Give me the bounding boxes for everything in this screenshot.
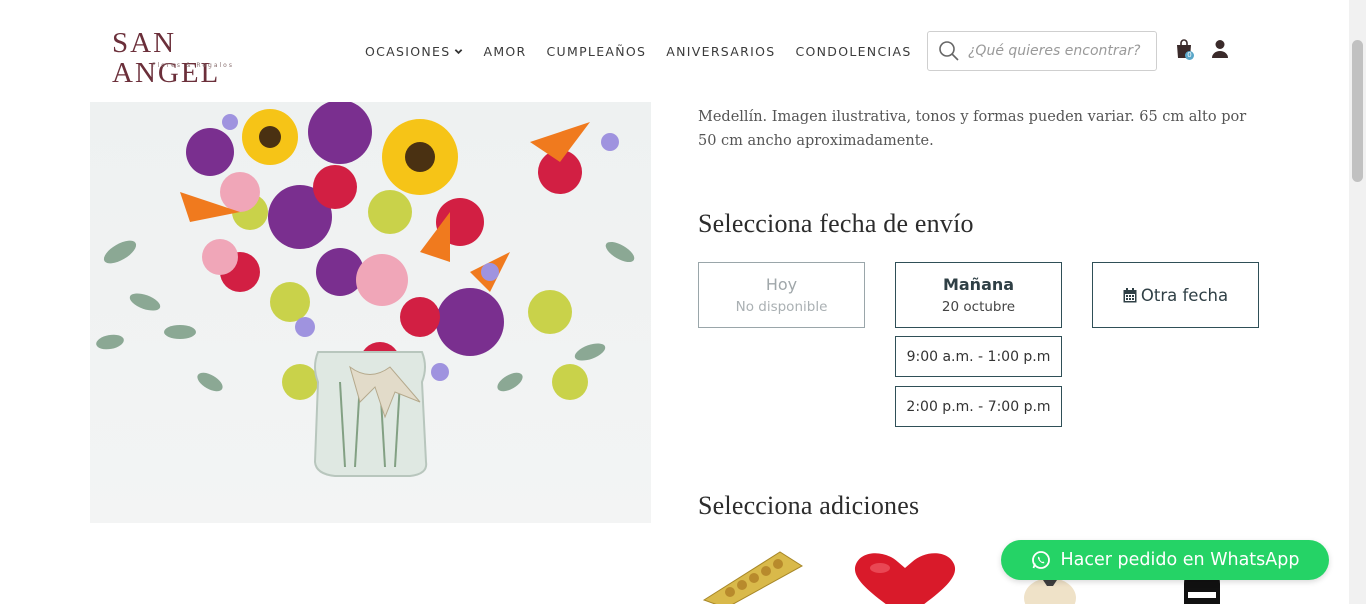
date-option-label: Otra fecha [1140, 285, 1229, 305]
time-slot-afternoon[interactable]: 2:00 p.m. - 7:00 p.m [895, 386, 1062, 427]
nav-item-label: CUMPLEAÑOS [546, 44, 647, 59]
shipping-date-title: Selecciona fecha de envío [698, 209, 974, 238]
date-option-sublabel: No disponible [735, 299, 828, 315]
whatsapp-order-button[interactable]: Hacer pedido en WhatsApp [1001, 540, 1329, 580]
date-option-label: Hoy [765, 275, 798, 294]
chevron-down-icon [455, 49, 463, 55]
cart-count-badge: 0 [1185, 51, 1194, 60]
product-image [90, 102, 651, 523]
addon-heart-balloon[interactable] [850, 548, 960, 604]
search-input[interactable] [968, 43, 1148, 59]
nav-item-label: AMOR [483, 44, 527, 59]
user-icon [1212, 40, 1228, 58]
nav-item-condolencias[interactable]: CONDOLENCIAS [795, 44, 911, 59]
page-scrollbar[interactable] [1349, 0, 1366, 604]
nav-item-aniversarios[interactable]: ANIVERSARIOS [666, 44, 775, 59]
brand-logo[interactable]: SAN ANGEL Flores & Regalos [112, 28, 282, 88]
addons-title: Selecciona adiciones [698, 491, 920, 520]
brand-name: SAN ANGEL [112, 27, 221, 89]
time-slot-morning[interactable]: 9:00 a.m. - 1:00 p.m [895, 336, 1062, 377]
site-header: SAN ANGEL Flores & Regalos OCASIONES AMO… [0, 0, 1349, 102]
product-description: Medellín. Imagen ilustrativa, tonos y fo… [698, 109, 1247, 149]
whatsapp-icon [1031, 551, 1050, 569]
flower-arrangement-illustration [90, 102, 651, 523]
search-icon[interactable] [938, 40, 960, 62]
nav-item-label: OCASIONES [365, 44, 451, 59]
addon-chocolates[interactable] [700, 548, 810, 604]
whatsapp-order-label: Hacer pedido en WhatsApp [1060, 550, 1300, 570]
nav-item-ocasiones[interactable]: OCASIONES [365, 44, 463, 59]
nav-item-label: ANIVERSARIOS [666, 44, 776, 59]
brand-tagline: Flores & Regalos [152, 62, 234, 69]
nav-item-amor[interactable]: AMOR [483, 44, 526, 59]
date-option-sublabel: 20 octubre [941, 299, 1016, 315]
date-option-today[interactable]: Hoy No disponible [698, 262, 865, 328]
date-option-other[interactable]: Otra fecha [1092, 262, 1259, 328]
scrollbar-thumb[interactable] [1352, 40, 1363, 182]
search-box [927, 31, 1157, 71]
main-nav: OCASIONES AMOR CUMPLEAÑOS ANIVERSARIOS C… [365, 44, 912, 59]
account-button[interactable] [1211, 39, 1229, 59]
cart-button[interactable]: 0 [1175, 39, 1195, 61]
chocolate-box-icon [702, 551, 803, 604]
date-option-tomorrow[interactable]: Mañana 20 octubre [895, 262, 1062, 328]
date-option-label: Mañana [942, 275, 1015, 294]
nav-item-cumpleanos[interactable]: CUMPLEAÑOS [547, 44, 647, 59]
calendar-icon [1123, 287, 1137, 302]
nav-item-label: CONDOLENCIAS [795, 44, 912, 59]
heart-balloon-icon [854, 553, 956, 604]
